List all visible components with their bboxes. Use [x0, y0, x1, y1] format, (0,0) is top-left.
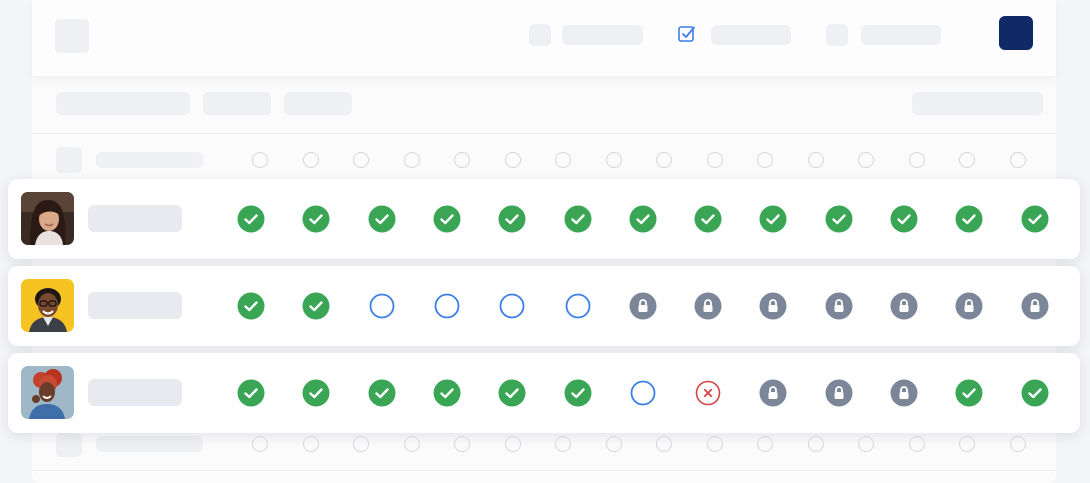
check-circle-icon[interactable]: [498, 205, 526, 233]
ghost-status-circle: [353, 436, 369, 452]
lock-icon[interactable]: [1021, 292, 1049, 320]
ghost-status-circle: [454, 152, 470, 168]
check-circle-icon[interactable]: [433, 379, 461, 407]
check-circle-icon[interactable]: [694, 205, 722, 233]
check-circle-icon[interactable]: [237, 379, 265, 407]
ghost-row-avatar: [56, 433, 82, 457]
lock-icon[interactable]: [890, 292, 918, 320]
check-circle-icon[interactable]: [1021, 379, 1049, 407]
toolbar-menu-placeholder[interactable]: [55, 19, 89, 53]
user-row[interactable]: [8, 266, 1080, 346]
user-name-placeholder: [88, 205, 182, 232]
check-circle-icon[interactable]: [759, 205, 787, 233]
check-circle-icon[interactable]: [302, 292, 330, 320]
check-circle-icon[interactable]: [564, 205, 592, 233]
avatar: [21, 192, 74, 245]
primary-action-button[interactable]: [999, 16, 1033, 50]
check-circle-icon[interactable]: [955, 205, 983, 233]
ghost-status-circle: [858, 152, 874, 168]
check-circle-icon[interactable]: [498, 379, 526, 407]
lock-icon[interactable]: [890, 379, 918, 407]
user-row[interactable]: [8, 179, 1080, 259]
check-circle-icon[interactable]: [955, 379, 983, 407]
empty-circle-icon[interactable]: [433, 292, 461, 320]
column-header-placeholder-4: [912, 92, 1043, 115]
column-header-placeholder-2: [203, 92, 271, 115]
divider: [32, 470, 1056, 471]
lock-icon[interactable]: [955, 292, 983, 320]
ghost-status-circle: [858, 436, 874, 452]
check-circle-icon[interactable]: [825, 205, 853, 233]
ghost-status-circle: [757, 436, 773, 452]
toolbar: [32, 0, 1056, 76]
ghost-status-circle: [353, 152, 369, 168]
lock-icon[interactable]: [759, 292, 787, 320]
ghost-status-circle: [403, 436, 420, 452]
ghost-status-circle: [403, 152, 420, 168]
ghost-status-circle: [605, 152, 622, 168]
user-name-placeholder: [88, 292, 182, 319]
column-header-placeholder-1: [56, 92, 190, 115]
lock-icon[interactable]: [629, 292, 657, 320]
check-circle-icon[interactable]: [564, 379, 592, 407]
ghost-status-circle: [656, 436, 672, 452]
ghost-status-circle: [1009, 436, 1026, 452]
check-circle-icon[interactable]: [433, 205, 461, 233]
ghost-status-circle: [555, 152, 571, 168]
check-circle-icon[interactable]: [302, 379, 330, 407]
avatar: [21, 366, 74, 419]
lock-icon[interactable]: [825, 379, 853, 407]
toolbar-option-icon-placeholder[interactable]: [826, 24, 848, 46]
ghost-status-circle: [605, 436, 622, 452]
check-circle-icon[interactable]: [1021, 205, 1049, 233]
lock-icon[interactable]: [694, 292, 722, 320]
empty-circle-icon[interactable]: [564, 292, 592, 320]
ghost-status-circle: [908, 152, 925, 168]
ghost-status-circle: [504, 436, 521, 452]
ghost-status-circle: [252, 436, 268, 452]
ghost-status-circle: [302, 152, 319, 168]
ghost-status-circle: [706, 436, 723, 452]
ghost-status-circle: [656, 152, 672, 168]
empty-circle-icon[interactable]: [629, 379, 657, 407]
column-header-placeholder-3: [284, 92, 352, 115]
ghost-status-circle: [807, 152, 824, 168]
toolbar-checklist-label-placeholder[interactable]: [711, 25, 791, 45]
check-circle-icon[interactable]: [237, 205, 265, 233]
lock-icon[interactable]: [759, 379, 787, 407]
ghost-status-circle: [908, 436, 925, 452]
check-circle-icon[interactable]: [302, 205, 330, 233]
user-name-placeholder: [88, 379, 182, 406]
ghost-status-circle: [1009, 152, 1026, 168]
user-row[interactable]: [8, 353, 1080, 433]
check-circle-icon[interactable]: [237, 292, 265, 320]
check-square-icon[interactable]: [677, 24, 697, 44]
ghost-status-circle: [555, 436, 571, 452]
ghost-status-circle: [302, 436, 319, 452]
lock-icon[interactable]: [825, 292, 853, 320]
ghost-status-circle: [959, 436, 975, 452]
ghost-row-avatar: [56, 147, 82, 173]
toolbar-filter-label-placeholder[interactable]: [562, 25, 643, 45]
check-circle-icon[interactable]: [629, 205, 657, 233]
ghost-status-circle: [252, 152, 268, 168]
divider: [32, 133, 1056, 134]
ghost-status-circle: [504, 152, 521, 168]
ghost-row-name: [96, 152, 203, 168]
ghost-status-circle: [757, 152, 773, 168]
ghost-status-circle: [959, 152, 975, 168]
ghost-row-name: [96, 436, 203, 452]
ghost-status-circle: [807, 436, 824, 452]
avatar: [21, 279, 74, 332]
empty-circle-icon[interactable]: [368, 292, 396, 320]
ghost-status-circle: [454, 436, 470, 452]
x-circle-icon[interactable]: [694, 379, 722, 407]
check-circle-icon[interactable]: [890, 205, 918, 233]
check-circle-icon[interactable]: [368, 205, 396, 233]
toolbar-option-label-placeholder[interactable]: [861, 25, 941, 45]
toolbar-filter-icon-placeholder[interactable]: [529, 24, 551, 46]
ghost-status-circle: [706, 152, 723, 168]
empty-circle-icon[interactable]: [498, 292, 526, 320]
check-circle-icon[interactable]: [368, 379, 396, 407]
